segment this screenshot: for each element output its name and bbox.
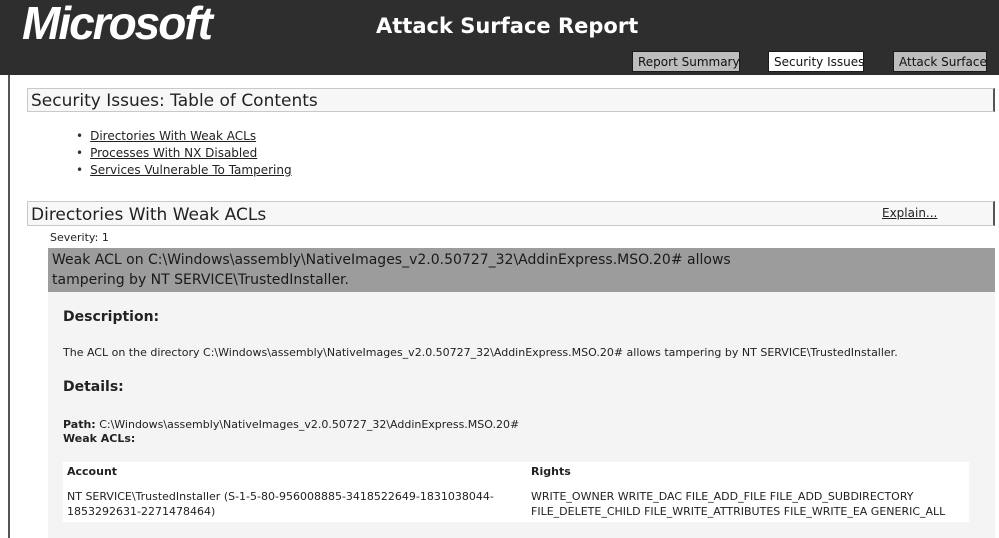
tab-report-summary[interactable]: Report Summary xyxy=(632,51,740,72)
weak-acls-table: Account Rights NT SERVICE\TrustedInstall… xyxy=(63,462,969,522)
toc-heading: Security Issues: Table of Contents xyxy=(31,91,318,111)
details-heading: Details: xyxy=(63,379,124,395)
table-cell-rights: WRITE_OWNER WRITE_DAC FILE_ADD_FILE FILE… xyxy=(531,490,946,518)
description-text: The ACL on the directory C:\Windows\asse… xyxy=(63,346,898,359)
issue-title: Weak ACL on C:\Windows\assembly\NativeIm… xyxy=(52,252,731,288)
report-title: Attack Surface Report xyxy=(376,14,639,38)
column-header-account: Account xyxy=(67,465,118,478)
weak-acls-section-header: Directories With Weak ACLs Explain... xyxy=(27,201,995,226)
report-header: Microsoft Attack Surface Report Report S… xyxy=(0,0,999,75)
toc-link-services-tampering[interactable]: Services Vulnerable To Tampering xyxy=(90,163,292,177)
table-cell-account: NT SERVICE\TrustedInstaller (S-1-5-80-95… xyxy=(67,490,494,518)
severity-label: Severity: 1 xyxy=(50,231,109,244)
microsoft-logo: Microsoft xyxy=(22,0,213,49)
path-value: C:\Windows\assembly\NativeImages_v2.0.50… xyxy=(99,418,520,431)
issue-title-band: Weak ACL on C:\Windows\assembly\NativeIm… xyxy=(48,248,995,292)
description-heading: Description: xyxy=(63,309,160,325)
toc-link-nx-disabled[interactable]: Processes With NX Disabled xyxy=(90,146,257,160)
tab-attack-surface[interactable]: Attack Surface xyxy=(893,51,987,72)
explain-link[interactable]: Explain... xyxy=(882,206,937,220)
toc-section-header: Security Issues: Table of Contents xyxy=(27,88,995,112)
section-heading: Directories With Weak ACLs xyxy=(31,205,267,225)
list-item: • Processes With NX Disabled xyxy=(76,146,258,160)
left-border-rule xyxy=(8,75,10,538)
list-item: • Directories With Weak ACLs xyxy=(76,129,257,143)
path-label: Path: xyxy=(63,418,96,431)
toc-link-list: • Directories With Weak ACLs • Processes W… xyxy=(76,128,292,179)
column-header-rights: Rights xyxy=(531,465,571,478)
toc-link-weak-acls[interactable]: Directories With Weak ACLs xyxy=(90,129,256,143)
list-item: • Services Vulnerable To Tampering xyxy=(76,163,292,177)
tab-security-issues[interactable]: Security Issues xyxy=(768,51,864,72)
path-line: Path: C:\Windows\assembly\NativeImages_v… xyxy=(63,418,519,431)
weak-acls-label: Weak ACLs: xyxy=(63,432,136,445)
